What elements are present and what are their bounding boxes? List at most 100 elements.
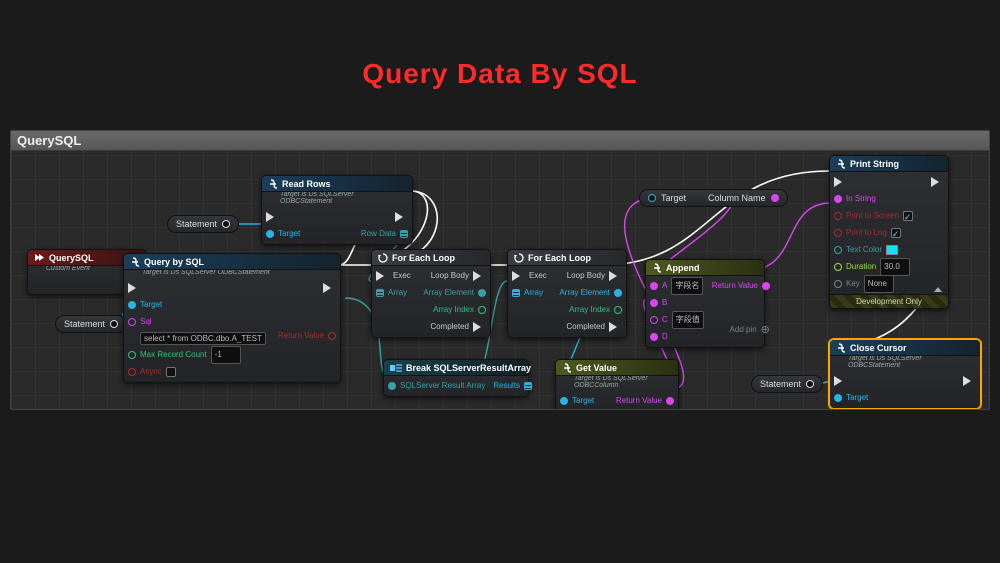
key-textbox[interactable]: None xyxy=(864,275,894,293)
exec-out-pin[interactable] xyxy=(395,210,408,224)
node-read-rows[interactable]: Read Rows Target is Ds SQLServer ODBCSta… xyxy=(261,175,413,245)
pin-print-screen[interactable]: Print to Screen xyxy=(834,209,913,223)
pin-c[interactable]: C字段值 xyxy=(650,313,704,327)
variable-pill-statement[interactable]: Statement xyxy=(55,315,127,333)
node-header[interactable]: Append xyxy=(646,260,764,276)
node-get-value[interactable]: Get Value Target is Ds SQLServer ODBCCol… xyxy=(555,359,679,410)
pin-target[interactable]: Target xyxy=(128,298,162,312)
function-icon xyxy=(130,257,140,267)
pin-b[interactable]: B xyxy=(650,296,667,310)
node-header[interactable]: Close Cursor xyxy=(830,340,980,356)
exec-in-pin[interactable] xyxy=(128,281,141,295)
duration-textbox[interactable]: 30.0 xyxy=(880,258,910,276)
pin-label: Results xyxy=(493,379,520,393)
variable-pill-target-column[interactable]: Target Column Name xyxy=(639,189,788,207)
pin-label: Array xyxy=(388,286,407,300)
exec-in-pin[interactable]: Exec xyxy=(512,269,547,283)
pin-key[interactable]: KeyNone xyxy=(834,277,894,291)
pin-label: Return Value xyxy=(712,279,758,293)
pin-array-index[interactable]: Array Index xyxy=(433,303,486,317)
pin-row-data[interactable]: Row Data xyxy=(361,227,408,241)
data-pin[interactable] xyxy=(771,194,779,202)
checkbox[interactable] xyxy=(166,367,176,377)
data-pin[interactable] xyxy=(806,380,814,388)
node-header[interactable]: For Each Loop xyxy=(372,250,490,266)
pin-target[interactable]: Target xyxy=(266,227,300,241)
node-query-by-sql[interactable]: Query by SQL Target is Ds SQLServer ODBC… xyxy=(123,253,341,383)
pin-duration[interactable]: Duration30.0 xyxy=(834,260,910,274)
pin-label: Target xyxy=(572,394,594,408)
exec-in-pin[interactable] xyxy=(266,210,279,224)
node-close-cursor[interactable]: Close Cursor Target is Ds SQLServer ODBC… xyxy=(829,339,981,409)
blueprint-graph-panel[interactable]: QuerySQL Statement Statement xyxy=(10,130,990,410)
pin-label: Async xyxy=(140,365,162,379)
pin-array[interactable]: Array xyxy=(512,286,543,300)
pin-completed[interactable]: Completed xyxy=(430,320,486,334)
exec-out-pin[interactable] xyxy=(323,281,336,295)
break-icon xyxy=(390,363,402,373)
checkbox[interactable] xyxy=(903,211,913,221)
pin-d[interactable]: D xyxy=(650,330,668,344)
pin-add-pin[interactable]: ⊕Add pin xyxy=(730,323,770,337)
pin-in-string[interactable]: In String xyxy=(834,192,876,206)
data-pin[interactable] xyxy=(222,220,230,228)
pin-label: Exec xyxy=(393,269,411,283)
node-header[interactable]: For Each Loop xyxy=(508,250,626,266)
pin-completed[interactable]: Completed xyxy=(566,320,622,334)
pin-text-color[interactable]: Text Color xyxy=(834,243,898,257)
node-for-each-loop[interactable]: For Each Loop Exec Array Loop Body Array… xyxy=(507,249,627,338)
variable-pill-statement[interactable]: Statement xyxy=(167,215,239,233)
node-title: Append xyxy=(666,260,700,276)
pin-loop-body[interactable]: Loop Body xyxy=(567,269,622,283)
pin-array-element[interactable]: Array Element xyxy=(423,286,486,300)
graph-title: QuerySQL xyxy=(11,131,989,151)
node-title: For Each Loop xyxy=(392,250,455,266)
exec-out-pin[interactable] xyxy=(963,374,976,388)
node-print-string[interactable]: Print String In String Print to Screen P… xyxy=(829,155,949,309)
pin-return-value[interactable]: Return Value xyxy=(616,394,674,408)
node-header[interactable]: Read Rows xyxy=(262,176,412,192)
pin-label: Print to Screen xyxy=(846,209,899,223)
textbox-c[interactable]: 字段值 xyxy=(672,311,704,329)
color-swatch[interactable] xyxy=(886,245,898,255)
node-break-struct[interactable]: Break SQLServerResultArray SQLServer Res… xyxy=(383,359,529,397)
pin-return-value[interactable]: Return Value xyxy=(278,329,336,343)
pin-array-element[interactable]: Array Element xyxy=(559,286,622,300)
pin-results[interactable]: Results xyxy=(493,379,532,393)
pin-label: Row Data xyxy=(361,227,396,241)
exec-in-pin[interactable]: Exec xyxy=(376,269,411,283)
pin-label: Max Record Count xyxy=(140,348,207,362)
pin-array[interactable]: Array xyxy=(376,286,407,300)
data-pin[interactable] xyxy=(110,320,118,328)
pin-label: Loop Body xyxy=(567,269,605,283)
max-record-textbox[interactable]: -1 xyxy=(211,346,241,364)
checkbox[interactable] xyxy=(891,228,901,238)
variable-pill-statement[interactable]: Statement xyxy=(751,375,823,393)
pin-target[interactable]: Target xyxy=(834,391,868,405)
data-pin[interactable] xyxy=(648,194,656,202)
pin-sql[interactable]: Sql xyxy=(128,315,152,329)
pin-max-record[interactable]: Max Record Count -1 xyxy=(128,348,241,362)
exec-out-pin[interactable] xyxy=(931,175,944,189)
pin-loop-body[interactable]: Loop Body xyxy=(431,269,486,283)
node-header[interactable]: Get Value xyxy=(556,360,678,376)
pin-array-index[interactable]: Array Index xyxy=(569,303,622,317)
exec-in-pin[interactable] xyxy=(834,374,847,388)
pin-target[interactable]: Target xyxy=(560,394,594,408)
pin-a[interactable]: A字段名 xyxy=(650,279,703,293)
pin-label: Completed xyxy=(430,320,469,334)
node-header[interactable]: Print String xyxy=(830,156,948,172)
sql-textbox[interactable]: select * from ODBC.dbo.A_TEST xyxy=(140,332,266,345)
pin-label: Array Element xyxy=(559,286,610,300)
exec-in-pin[interactable] xyxy=(834,175,847,189)
node-header[interactable]: Break SQLServerResultArray xyxy=(384,360,528,376)
pin-return-value[interactable]: Return Value xyxy=(712,279,770,293)
pin-struct-in[interactable]: SQLServer Result Array xyxy=(388,379,485,393)
pin-print-log[interactable]: Print to Log xyxy=(834,226,901,240)
node-header[interactable]: Query by SQL xyxy=(124,254,340,270)
node-for-each-loop[interactable]: For Each Loop Exec Array Loop Body Array… xyxy=(371,249,491,338)
node-append[interactable]: Append A字段名 B C字段值 D Return Value ⊕Add p… xyxy=(645,259,765,348)
collapse-advanced-icon[interactable] xyxy=(934,283,942,292)
pin-async[interactable]: Async xyxy=(128,365,176,379)
textbox-a[interactable]: 字段名 xyxy=(671,277,703,295)
